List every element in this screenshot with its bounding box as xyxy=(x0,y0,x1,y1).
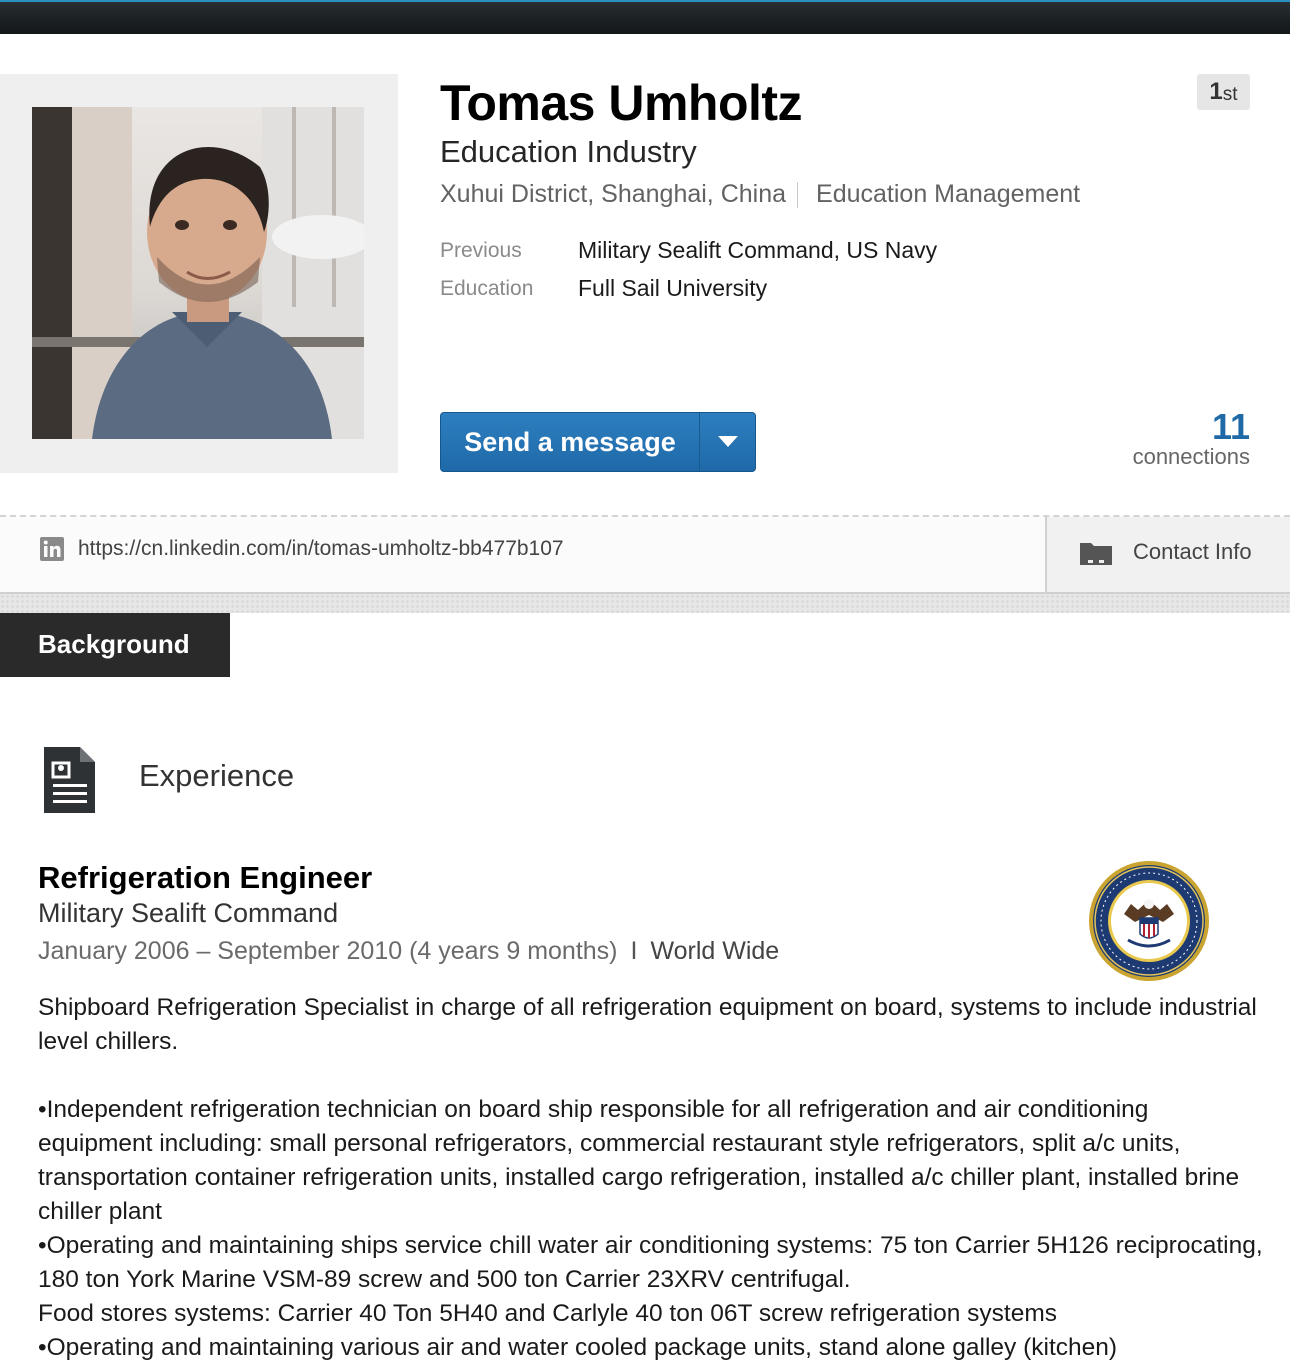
profile-name: Tomas Umholtz xyxy=(440,75,803,131)
connections-count[interactable]: 11 xyxy=(1212,406,1250,448)
job-description: Shipboard Refrigeration Specialist in ch… xyxy=(38,991,1268,1365)
description-paragraph: •Operating and maintaining various air a… xyxy=(38,1334,1118,1361)
resume-document-icon xyxy=(44,747,96,818)
public-profile-bar: https://cn.linkedin.com/in/tomas-umholtz… xyxy=(0,515,1290,594)
description-paragraph: •Independent refrigeration technician on… xyxy=(38,1096,1240,1225)
profile-url-link[interactable]: https://cn.linkedin.com/in/tomas-umholtz… xyxy=(78,537,564,561)
linkedin-icon xyxy=(40,537,64,566)
previous-label: Previous xyxy=(440,239,522,262)
degree-suffix: st xyxy=(1222,84,1238,105)
contact-info-button[interactable]: Contact Info xyxy=(1045,517,1290,592)
previous-value[interactable]: Military Sealift Command, US Navy xyxy=(578,237,937,264)
job-dates-row: January 2006 – September 2010 (4 years 9… xyxy=(38,937,779,966)
description-paragraph: Shipboard Refrigeration Specialist in ch… xyxy=(38,994,1257,1055)
folder-card-icon xyxy=(1079,540,1113,571)
top-banner xyxy=(0,0,1290,34)
job-dates: January 2006 – September 2010 (4 years 9… xyxy=(38,937,618,965)
experience-section-title: Experience xyxy=(139,758,295,793)
connections-label: connections xyxy=(1132,444,1250,469)
profile-photo-frame xyxy=(0,74,398,473)
profile-location[interactable]: Xuhui District, Shanghai, China xyxy=(440,180,786,209)
connection-degree-badge: 1st xyxy=(1197,74,1250,110)
send-message-button-group: Send a message xyxy=(440,412,756,472)
textured-divider xyxy=(0,594,1290,613)
chevron-down-icon xyxy=(718,436,738,447)
profile-industry[interactable]: Education Management xyxy=(816,180,1080,209)
military-sealift-command-seal[interactable] xyxy=(1088,860,1210,987)
send-message-button[interactable]: Send a message xyxy=(441,413,699,471)
job-location: World Wide xyxy=(650,937,780,965)
education-value[interactable]: Full Sail University xyxy=(578,275,767,302)
more-actions-dropdown[interactable] xyxy=(700,413,756,471)
description-paragraph: •Operating and maintaining ships service… xyxy=(38,1232,1263,1293)
profile-photo[interactable] xyxy=(32,107,364,439)
job-title[interactable]: Refrigeration Engineer xyxy=(38,860,372,896)
degree-number: 1 xyxy=(1209,78,1223,105)
background-tab[interactable]: Background xyxy=(0,613,230,677)
divider xyxy=(797,181,799,208)
dates-separator: I xyxy=(630,937,638,965)
contact-info-label: Contact Info xyxy=(1133,539,1252,564)
location-industry-row: Xuhui District, Shanghai, China Educatio… xyxy=(440,180,1080,209)
description-paragraph: Food stores systems: Carrier 40 Ton 5H40… xyxy=(38,1300,1057,1327)
company-name[interactable]: Military Sealift Command xyxy=(38,898,338,929)
profile-headline: Education Industry xyxy=(440,134,697,169)
education-label: Education xyxy=(440,277,534,300)
